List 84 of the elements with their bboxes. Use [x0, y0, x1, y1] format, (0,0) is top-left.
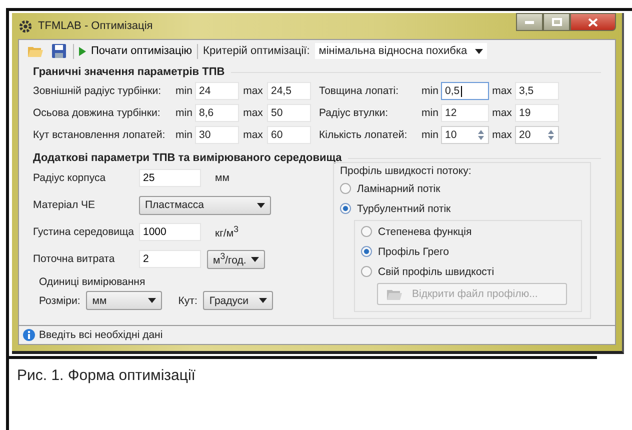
input-field[interactable]: 8,6: [195, 104, 239, 122]
dropdown-arrow-icon: [251, 256, 259, 262]
input-field[interactable]: 0,5: [441, 82, 489, 100]
field-label: Товщина лопаті:: [319, 85, 400, 97]
field-label: Розміри:: [39, 294, 80, 306]
field-label: Радіус втулки:: [319, 107, 390, 119]
dropdown[interactable]: Градуси: [203, 291, 274, 310]
folder-icon: [386, 287, 402, 301]
max-label: max: [242, 107, 264, 119]
spin-field[interactable]: 20: [515, 126, 559, 144]
close-button[interactable]: [570, 13, 616, 31]
group-title: Профіль швидкості потоку:: [340, 165, 472, 177]
field-label: Матеріал ЧЕ: [33, 199, 96, 211]
radio-label: Ламінарний потік: [357, 182, 440, 194]
radio-button[interactable]: [340, 203, 351, 214]
input-field[interactable]: 25: [139, 169, 201, 187]
gear-icon: [18, 18, 33, 34]
dropdown-arrow-icon: [148, 298, 156, 303]
close-icon: [588, 18, 598, 26]
input-field[interactable]: 1000: [139, 223, 201, 241]
radio-button[interactable]: [361, 266, 372, 277]
min-label: min: [174, 107, 194, 119]
min-label: min: [420, 85, 440, 97]
input-field[interactable]: 3,5: [515, 82, 559, 100]
max-label: max: [242, 129, 264, 141]
criterion-label: Критерій оптимізації:: [203, 45, 310, 57]
max-label: max: [491, 129, 513, 141]
field-label: Радіус корпуса: [33, 172, 107, 184]
info-icon: [23, 329, 35, 341]
minimize-button[interactable]: [516, 13, 543, 31]
field-label: Осьова довжина турбінки:: [33, 107, 162, 119]
save-button[interactable]: [50, 44, 68, 58]
input-field[interactable]: 60: [267, 126, 311, 144]
minimize-icon: [525, 20, 534, 24]
play-icon: [79, 46, 86, 56]
section-heading: Додаткові параметри ТПВ та вимірюваного середовища: [33, 152, 342, 164]
dropdown[interactable]: мм: [86, 291, 162, 310]
field-label: Поточна витрата: [33, 253, 116, 265]
field-label: Густина середовища: [33, 226, 136, 238]
input-field[interactable]: 24: [195, 82, 239, 100]
folder-icon: [27, 44, 43, 58]
max-label: max: [491, 85, 513, 97]
window-title: TFMLAB - Оптимізація: [38, 20, 153, 32]
max-label: max: [491, 107, 513, 119]
input-field[interactable]: 30: [195, 126, 239, 144]
section-heading: Граничні значення параметрів ТПВ: [33, 66, 225, 78]
field-label: Кількість лопатей:: [319, 129, 408, 141]
criterion-dropdown[interactable]: мінімальна відносна похибка: [314, 43, 488, 59]
radio-button[interactable]: [361, 226, 372, 237]
status-text: Введіть всі необхідні дані: [39, 329, 163, 341]
min-label: min: [420, 107, 440, 119]
figure-caption: Рис. 1. Форма оптимізації: [9, 356, 597, 384]
min-label: min: [174, 85, 194, 97]
unit-label: мм: [215, 172, 230, 184]
unit-label: кг/м$^{3}$: [215, 224, 238, 240]
min-label: min: [420, 129, 440, 141]
input-field[interactable]: 2: [139, 250, 201, 268]
input-field[interactable]: 12: [441, 104, 489, 122]
dropdown-arrow-icon: [259, 298, 268, 303]
field-label: Кут встановлення лопатей:: [33, 129, 166, 141]
maximize-button[interactable]: [543, 13, 570, 31]
min-label: min: [174, 129, 194, 141]
input-field[interactable]: 50: [267, 104, 311, 122]
spin-arrows-icon[interactable]: [546, 128, 556, 142]
dropdown-arrow-icon: [257, 202, 265, 208]
spin-field[interactable]: 10: [441, 126, 489, 144]
radio-label: Профіль Грего: [378, 246, 449, 258]
units-heading: Одиниці вимірювання: [39, 276, 146, 288]
field-label: Кут:: [178, 294, 198, 306]
radio-button[interactable]: [361, 246, 372, 257]
maximize-icon: [552, 18, 562, 26]
dropdown-arrow-icon: [475, 48, 484, 54]
input-field[interactable]: 19: [515, 104, 559, 122]
spin-arrows-icon[interactable]: [476, 128, 486, 142]
radio-label: Степенева функція: [378, 226, 472, 238]
radio-label: Свій профіль швидкості: [378, 266, 494, 278]
field-label: Зовнішній радіус турбінки:: [33, 85, 162, 97]
radio-button[interactable]: [340, 183, 351, 194]
unit-dropdown[interactable]: м$^{3}$/год.: [207, 250, 265, 268]
start-optimization-button[interactable]: Почати оптимізацію: [79, 45, 192, 57]
dropdown[interactable]: Пластмасса: [139, 196, 271, 214]
input-field[interactable]: 24,5: [267, 82, 311, 100]
radio-label: Турбулентний потік: [357, 202, 451, 214]
max-label: max: [242, 85, 264, 97]
